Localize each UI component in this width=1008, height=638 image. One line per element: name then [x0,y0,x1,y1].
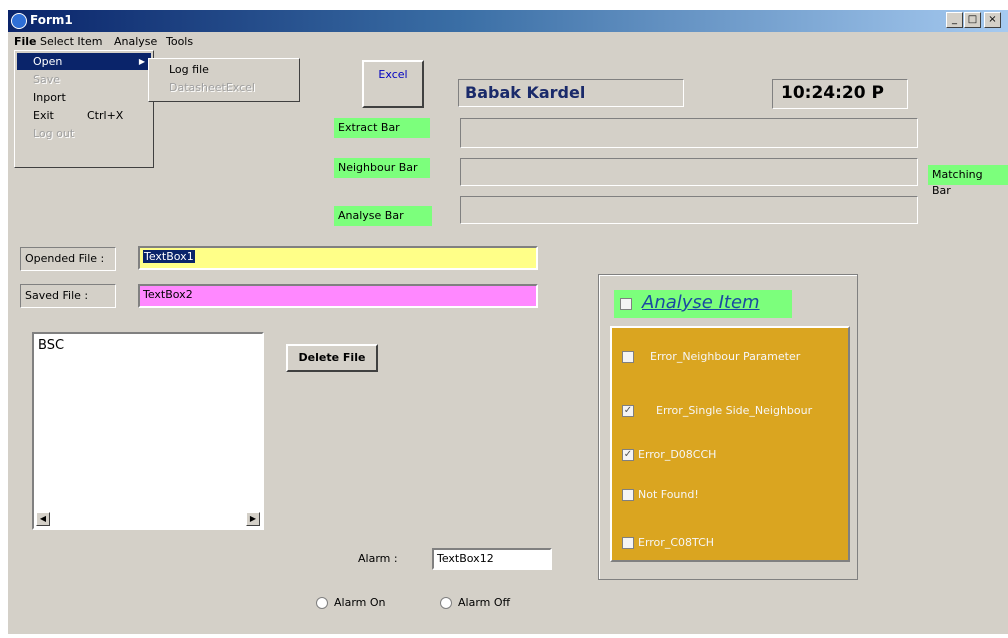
file-dropdown-menu: Open ▶ Save Inport Exit Ctrl+X Log out [14,50,154,168]
analyse-item-title: Analyse Item [642,292,760,313]
saved-file-value: TextBox2 [143,288,193,301]
open-submenu: Log file DatasheetExcel [148,58,300,102]
neighbour-bar-label: Neighbour Bar [334,158,430,178]
option-label: Not Found! [638,488,699,501]
matching-bar-label: Matching Bar [928,165,1008,197]
maximize-button[interactable]: □ [964,12,981,28]
app-icon [11,13,27,29]
list-item[interactable]: BSC [34,334,262,357]
menu-logout-item[interactable]: Log out [17,125,151,142]
checkbox[interactable] [622,489,634,501]
alarm-on-label: Alarm On [334,596,386,609]
menu-file[interactable]: File [14,35,37,48]
window-title: Form1 [30,13,73,27]
option-label: Error_Neighbour Parameter [650,350,801,363]
alarm-value: TextBox12 [437,552,494,565]
alarm-off-label: Alarm Off [458,596,511,609]
opened-file-label: Opended File : [20,247,116,271]
alarm-label: Alarm : [358,552,398,565]
checkbox[interactable] [622,537,634,549]
user-name-display: Babak Kardel [458,79,684,107]
opened-file-value: TextBox1 [143,250,195,263]
opened-file-field[interactable]: TextBox1 [138,246,538,270]
analyse-bar-label: Analyse Bar [334,206,432,226]
alarm-field[interactable]: TextBox12 [432,548,552,570]
title-bar[interactable]: Form1 _ □ × [8,10,1008,32]
extract-progress-bar [460,118,918,148]
scroll-left-icon[interactable]: ◀ [36,512,50,526]
scroll-right-icon[interactable]: ▶ [246,512,260,526]
menu-bar: File Select Item Analyse Tools [8,32,1008,52]
analyse-item-checkbox[interactable] [620,298,632,310]
alarm-on-radio[interactable] [316,597,328,609]
menu-open-label: Open [33,55,63,68]
menu-exit-label: Exit [33,109,54,122]
close-button[interactable]: × [984,12,1001,28]
bsc-listbox[interactable]: BSC ◀ ▶ [32,332,264,530]
submenu-datasheet-excel[interactable]: DatasheetExcel [151,80,255,96]
menu-select-item[interactable]: Select Item [40,35,102,48]
saved-file-field[interactable]: TextBox2 [138,284,538,308]
analyse-items-panel: Error_Neighbour Parameter ✓ Error_Single… [610,326,850,562]
menu-tools[interactable]: Tools [166,35,193,48]
checkbox-checked[interactable]: ✓ [622,405,634,417]
menu-import-item[interactable]: Inport [17,89,151,106]
menu-exit-item[interactable]: Exit Ctrl+X [17,107,151,124]
submenu-log-file[interactable]: Log file [151,62,209,78]
excel-button[interactable]: Excel [362,60,424,108]
main-window: Form1 _ □ × File Select Item Analyse Too… [8,10,1008,634]
clock-display: 10:24:20 P [772,79,908,109]
neighbour-progress-bar [460,158,918,186]
menu-exit-shortcut: Ctrl+X [87,109,124,122]
menu-analyse[interactable]: Analyse [114,35,157,48]
analyse-item-header: Analyse Item [614,290,792,318]
menu-save-item[interactable]: Save [17,71,151,88]
minimize-button[interactable]: _ [946,12,963,28]
delete-file-button[interactable]: Delete File [286,344,378,372]
saved-file-label: Saved File : [20,284,116,308]
analyse-progress-bar [460,196,918,224]
alarm-off-radio[interactable] [440,597,452,609]
option-label: Error_C08TCH [638,536,715,549]
option-label: Error_D08CCH [638,448,717,461]
checkbox-checked[interactable]: ✓ [622,449,634,461]
submenu-arrow-icon: ▶ [138,57,145,66]
extract-bar-label: Extract Bar [334,118,430,138]
checkbox[interactable] [622,351,634,363]
menu-open-item[interactable]: Open ▶ [17,53,151,70]
option-label: Error_Single Side_Neighbour [656,404,813,417]
